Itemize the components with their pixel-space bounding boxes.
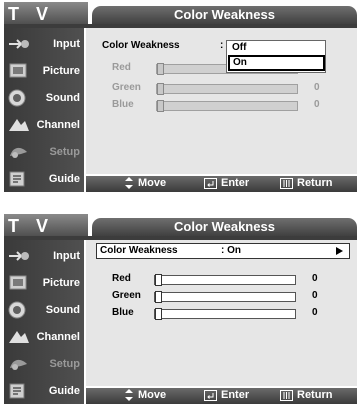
- color-weakness-label: Color Weakness: [100, 245, 178, 256]
- input-icon: [9, 251, 29, 261]
- channel-icon: [9, 119, 29, 131]
- sidebar-item-label: Picture: [42, 65, 80, 77]
- sidebar-item-label: Picture: [42, 277, 80, 289]
- green-label: Green: [112, 82, 141, 93]
- sidebar-item-label: Input: [53, 38, 80, 50]
- sidebar-item-channel[interactable]: Channel: [4, 325, 84, 349]
- picture-icon: [9, 275, 27, 290]
- color-weakness-label: Color Weakness: [102, 40, 180, 51]
- return-icon: [280, 389, 293, 401]
- sidebar: Input Picture Sound Channel Setup Guide: [4, 28, 84, 192]
- enter-icon: [204, 389, 217, 401]
- green-slider-thumb[interactable]: [155, 291, 162, 303]
- sidebar-item-label: Channel: [36, 331, 80, 343]
- red-slider-thumb[interactable]: [155, 274, 162, 286]
- sidebar-item-sound[interactable]: Sound: [4, 86, 84, 110]
- dropdown-option-on[interactable]: On: [228, 55, 325, 71]
- sound-icon: [8, 301, 26, 319]
- blue-slider[interactable]: [154, 308, 296, 320]
- sidebar-item-guide[interactable]: Guide: [4, 167, 84, 191]
- sidebar-item-channel[interactable]: Channel: [4, 113, 84, 137]
- green-value: 0: [312, 290, 318, 301]
- right-triangle-icon: [336, 247, 343, 255]
- menu-title: Color Weakness: [92, 218, 357, 236]
- green-slider-thumb[interactable]: [157, 83, 164, 95]
- move-label: Move: [138, 177, 167, 189]
- enter-label: Enter: [221, 177, 250, 189]
- sidebar-item-input[interactable]: Input: [4, 32, 84, 56]
- input-icon: [9, 39, 29, 49]
- sidebar-item-label: Sound: [45, 304, 80, 316]
- sidebar-item-label: Setup: [49, 146, 80, 158]
- updown-arrow-icon: [125, 177, 133, 189]
- color-weakness-select[interactable]: Color Weakness : On: [96, 243, 350, 259]
- enter-hint: Enter: [204, 177, 249, 189]
- sidebar-item-guide[interactable]: Guide: [4, 379, 84, 403]
- color-weakness-value: : On: [221, 245, 241, 256]
- return-label: Return: [297, 389, 333, 401]
- sidebar-item-label: Channel: [36, 119, 80, 131]
- color-weakness-colon: :: [220, 40, 224, 51]
- sidebar-item-setup[interactable]: Setup: [4, 140, 84, 164]
- picture-icon: [9, 63, 27, 78]
- return-icon: [280, 177, 293, 189]
- sidebar-item-label: Guide: [48, 173, 80, 185]
- blue-value: 0: [314, 99, 320, 110]
- move-hint: Move: [124, 389, 166, 401]
- move-label: Move: [138, 389, 167, 401]
- red-slider[interactable]: [154, 274, 296, 286]
- guide-icon: [9, 383, 25, 399]
- blue-label: Blue: [112, 307, 134, 318]
- sidebar-item-label: Guide: [48, 385, 80, 397]
- sidebar-item-picture[interactable]: Picture: [4, 59, 84, 83]
- sidebar-item-sound[interactable]: Sound: [4, 298, 84, 322]
- blue-slider[interactable]: [156, 100, 298, 112]
- sidebar: Input Picture Sound Channel Setup Guide: [4, 240, 84, 404]
- green-slider[interactable]: [156, 83, 298, 95]
- green-value: 0: [314, 82, 320, 93]
- setup-icon: [10, 359, 27, 370]
- updown-arrow-icon: [125, 389, 133, 401]
- status-bar: Move Enter Return: [86, 176, 357, 192]
- channel-icon: [9, 331, 29, 343]
- sidebar-item-setup[interactable]: Setup: [4, 352, 84, 376]
- blue-slider-thumb[interactable]: [157, 100, 164, 112]
- sidebar-item-label: Sound: [45, 92, 80, 104]
- blue-slider-thumb[interactable]: [155, 308, 162, 320]
- sound-icon: [8, 89, 26, 107]
- enter-icon: [204, 177, 217, 189]
- blue-value: 0: [312, 307, 318, 318]
- return-hint: Return: [280, 389, 332, 401]
- dropdown-option-off[interactable]: Off: [229, 41, 324, 55]
- red-slider-thumb[interactable]: [157, 63, 164, 75]
- tv-label: T V: [4, 2, 88, 26]
- sidebar-item-label: Input: [53, 250, 80, 262]
- tv-label: T V: [4, 214, 88, 238]
- osd-panel-bottom: T V Color Weakness Input Picture Sound C…: [0, 212, 361, 409]
- return-label: Return: [297, 177, 333, 189]
- red-label: Red: [112, 62, 131, 73]
- sidebar-item-label: Setup: [49, 358, 80, 370]
- enter-label: Enter: [221, 389, 250, 401]
- osd-panel-top: T V Color Weakness Input Picture Sound C…: [0, 0, 361, 197]
- guide-icon: [9, 171, 25, 187]
- color-weakness-dropdown[interactable]: Off On: [226, 40, 326, 73]
- move-hint: Move: [124, 177, 166, 189]
- red-label: Red: [112, 273, 131, 284]
- enter-hint: Enter: [204, 389, 249, 401]
- sidebar-item-picture[interactable]: Picture: [4, 271, 84, 295]
- green-slider[interactable]: [154, 291, 296, 303]
- setup-icon: [10, 147, 27, 158]
- blue-label: Blue: [112, 99, 134, 110]
- menu-title: Color Weakness: [92, 6, 357, 24]
- status-bar: Move Enter Return: [86, 388, 357, 404]
- red-value: 0: [312, 273, 318, 284]
- sidebar-item-input[interactable]: Input: [4, 244, 84, 268]
- return-hint: Return: [280, 177, 332, 189]
- content-area: Red 0 Green 0 Blue 0: [86, 240, 357, 386]
- green-label: Green: [112, 290, 141, 301]
